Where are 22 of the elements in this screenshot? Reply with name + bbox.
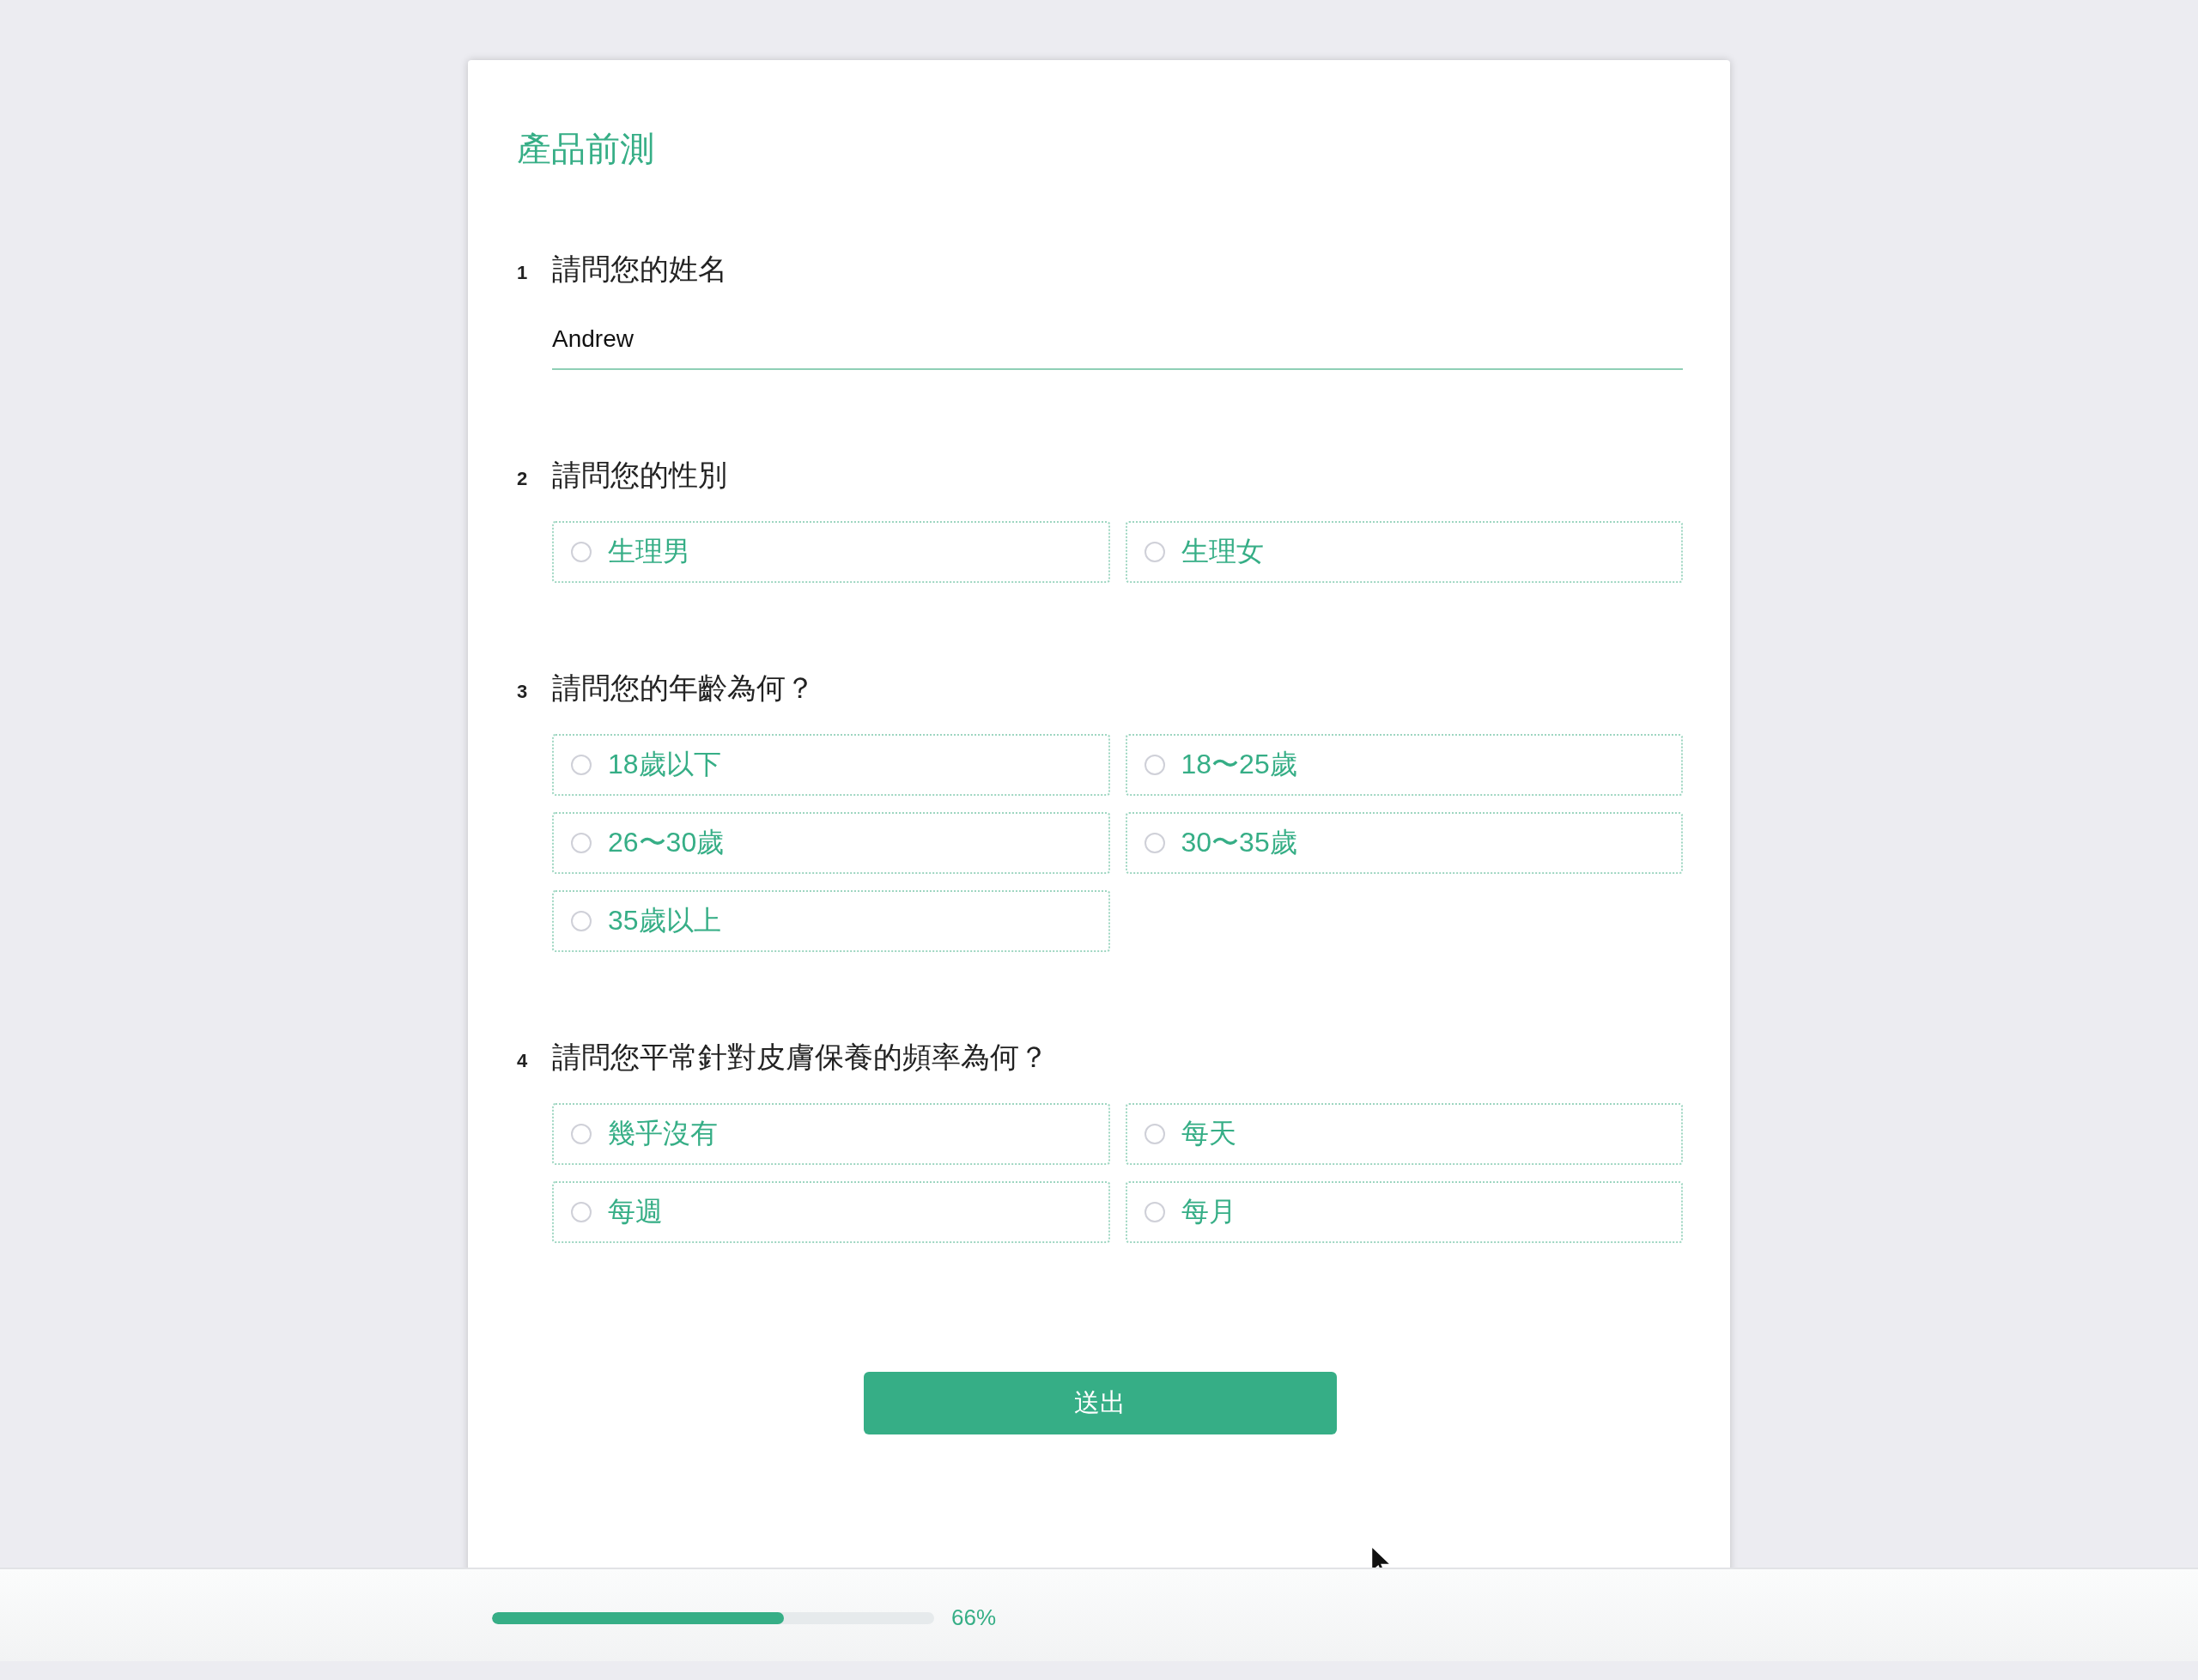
- question-number: 4: [517, 1050, 529, 1072]
- radio-option[interactable]: 生理女: [1125, 521, 1683, 583]
- form-title: 產品前測: [517, 129, 655, 169]
- progress-percentage: 66%: [951, 1604, 997, 1631]
- radio-option[interactable]: 每天: [1125, 1103, 1683, 1165]
- radio-option[interactable]: 每月: [1125, 1181, 1683, 1243]
- radio-option[interactable]: 35歲以上: [552, 890, 1110, 952]
- radio-option[interactable]: 30〜35歲: [1125, 812, 1683, 874]
- radio-option[interactable]: 每週: [552, 1181, 1110, 1243]
- radio-option[interactable]: 26〜30歲: [552, 812, 1110, 874]
- question-number: 1: [517, 262, 529, 284]
- radio-option[interactable]: 18〜25歲: [1125, 734, 1683, 796]
- question-text: 請問您的年齡為何？: [552, 670, 815, 706]
- radio-option[interactable]: 幾乎沒有: [552, 1103, 1110, 1165]
- question-text: 請問您的姓名: [552, 252, 727, 287]
- radio-option[interactable]: 18歲以下: [552, 734, 1110, 796]
- radio-option[interactable]: 生理男: [552, 521, 1110, 583]
- question-text: 請問您平常針對皮膚保養的頻率為何？: [552, 1040, 1048, 1075]
- question-number: 3: [517, 681, 529, 703]
- question-text: 請問您的性別: [552, 458, 727, 493]
- question-number: 2: [517, 468, 529, 490]
- submit-button[interactable]: 送出: [863, 1372, 1337, 1434]
